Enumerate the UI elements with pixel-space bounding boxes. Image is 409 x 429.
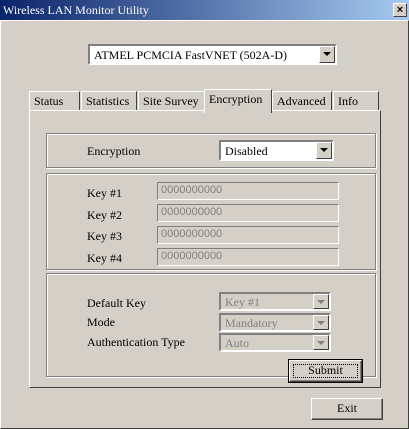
tab-label: Info	[338, 94, 358, 108]
default-key-label: Default Key	[87, 296, 146, 310]
encryption-group: Encryption Disabled	[46, 133, 376, 168]
tab-label: Status	[34, 94, 64, 108]
submit-button[interactable]: Submit	[288, 359, 363, 383]
mode-label: Mode	[87, 315, 115, 329]
auth-type-select[interactable]: Auto	[219, 333, 331, 352]
tab-info[interactable]: Info	[333, 91, 379, 111]
encryption-select-value: Disabled	[225, 144, 268, 158]
chevron-down-icon[interactable]	[316, 142, 332, 159]
tab-label: Encryption	[209, 92, 263, 106]
chevron-down-icon[interactable]	[313, 294, 329, 309]
exit-button[interactable]: Exit	[311, 398, 383, 420]
default-key-select[interactable]: Key #1	[219, 292, 331, 311]
tab-label: Statistics	[86, 94, 130, 108]
title-bar: Wireless LAN Monitor Utility ×	[0, 0, 409, 20]
key-3-field: 0000000000	[157, 226, 339, 244]
auth-type-label: Authentication Type	[87, 335, 185, 349]
tab-advanced[interactable]: Advanced	[272, 91, 332, 111]
encryption-select[interactable]: Disabled	[219, 140, 334, 161]
key-2-field: 0000000000	[157, 204, 339, 222]
submit-button-label: Submit	[308, 363, 343, 377]
tab-label: Site Survey	[143, 94, 199, 108]
tab-status[interactable]: Status	[29, 91, 80, 111]
encryption-label: Encryption	[87, 144, 141, 158]
keys-group: Key #1 0000000000 Key #2 0000000000 Key …	[46, 173, 376, 270]
tab-label: Advanced	[277, 94, 326, 108]
close-icon[interactable]: ×	[393, 3, 407, 17]
chevron-down-icon[interactable]	[313, 315, 329, 330]
encryption-panel: Encryption Disabled Key #1 0000000000 Ke…	[29, 110, 381, 388]
key-4-field: 0000000000	[157, 248, 339, 266]
mode-select[interactable]: Mandatory	[219, 313, 331, 332]
key-1-label: Key #1	[87, 186, 122, 200]
tab-statistics[interactable]: Statistics	[81, 91, 137, 111]
mode-value: Mandatory	[225, 316, 278, 330]
tab-encryption[interactable]: Encryption	[204, 89, 272, 113]
adapter-select[interactable]: ATMEL PCMCIA FastVNET (502A-D)	[88, 44, 337, 65]
key-1-field: 0000000000	[157, 182, 339, 200]
chevron-down-icon[interactable]	[313, 335, 329, 350]
key-2-label: Key #2	[87, 208, 122, 222]
default-key-value: Key #1	[225, 295, 260, 309]
auth-type-value: Auto	[225, 336, 249, 350]
tab-site-survey[interactable]: Site Survey	[138, 91, 205, 111]
exit-button-label: Exit	[337, 401, 357, 415]
window-title: Wireless LAN Monitor Utility	[3, 3, 149, 17]
adapter-select-value: ATMEL PCMCIA FastVNET (502A-D)	[94, 48, 288, 62]
key-3-label: Key #3	[87, 229, 122, 243]
chevron-down-icon[interactable]	[319, 46, 335, 63]
key-4-label: Key #4	[87, 251, 122, 265]
